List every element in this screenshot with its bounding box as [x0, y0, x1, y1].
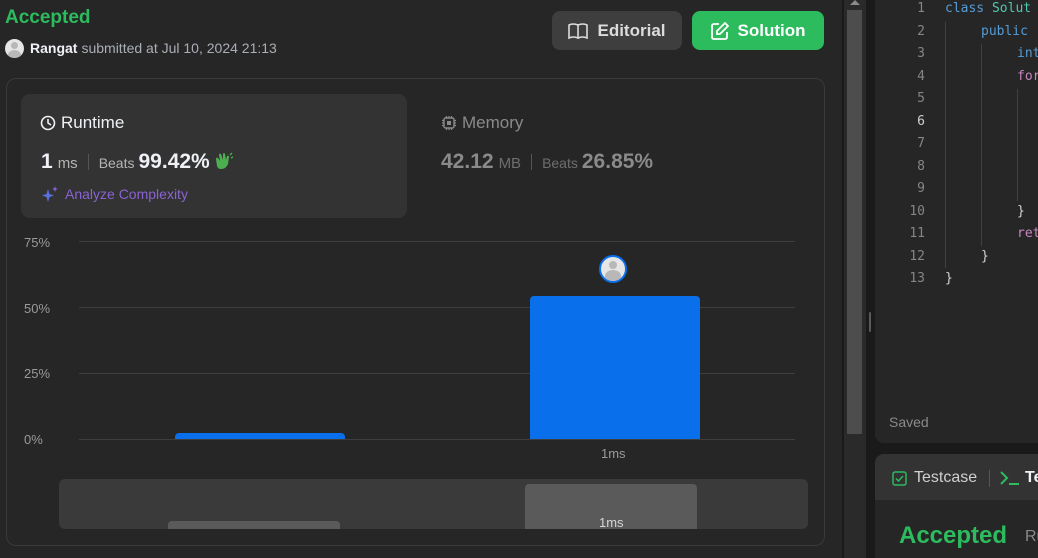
memory-value: 42.12 — [441, 150, 494, 173]
analyze-complexity-label: Analyze Complexity — [65, 186, 188, 202]
memory-title-label: Memory — [462, 113, 524, 132]
code-control: ret — [1017, 226, 1038, 241]
runtime-unit: ms — [57, 155, 78, 172]
clock-icon — [40, 115, 56, 131]
editorial-button[interactable]: Editorial — [552, 11, 682, 50]
line-number-active: 6 — [917, 114, 925, 129]
metric-separator — [531, 154, 533, 170]
grid-line — [79, 439, 795, 440]
user-position-avatar — [599, 255, 627, 283]
user-avatar[interactable] — [5, 38, 24, 58]
clapping-hands-icon — [215, 152, 234, 169]
runtime-label: Ru — [1025, 528, 1038, 545]
line-number: 8 — [917, 159, 925, 174]
scrollbar-thumb[interactable] — [847, 10, 862, 434]
sparkle-icon — [42, 186, 58, 202]
test-panel-tabs: Testcase Te — [875, 454, 1038, 500]
tab-testcase[interactable]: Testcase — [892, 469, 977, 487]
code-class-name: Solut — [991, 1, 1032, 16]
metric-separator — [87, 154, 89, 170]
y-tick-label: 50% — [24, 301, 51, 316]
code-line-2: public — [981, 24, 1028, 39]
code-line-13: } — [945, 271, 953, 286]
y-tick-label: 25% — [24, 366, 51, 381]
grid-line — [79, 241, 795, 242]
x-tick-label: 1ms — [601, 446, 626, 461]
solution-button[interactable]: Solution — [692, 11, 824, 50]
submitted-at-text: submitted at Jul 10, 2024 21:13 — [81, 40, 277, 56]
runtime-metric: 1 ms Beats 99.42% — [41, 150, 234, 174]
code-line-10: } — [1017, 204, 1025, 219]
indent-guide — [1017, 89, 1018, 201]
code-type: int — [1017, 46, 1038, 61]
runtime-title: Runtime — [40, 113, 124, 133]
code-line-4: for — [1017, 69, 1038, 84]
line-number: 12 — [909, 249, 925, 264]
line-number: 4 — [917, 69, 925, 84]
code-control: for — [1017, 69, 1038, 84]
scroll-up-arrow[interactable] — [850, 0, 860, 5]
tab-separator — [989, 470, 990, 487]
memory-title[interactable]: Memory — [441, 113, 523, 133]
memory-beats-label: Beats — [542, 155, 578, 171]
code-keyword: public — [981, 24, 1028, 39]
submission-status: Accepted — [5, 7, 91, 28]
code-line-3: int — [1017, 46, 1038, 61]
runtime-beats-percent: 99.42% — [138, 150, 210, 173]
terminal-icon — [1000, 471, 1019, 485]
line-number: 11 — [909, 226, 925, 241]
code-keyword: class — [945, 1, 985, 16]
solution-label: Solution — [737, 20, 806, 40]
code-line-11: ret — [1017, 226, 1038, 241]
line-number: 3 — [917, 46, 925, 61]
chart-overview-scrubber[interactable]: 1ms — [59, 479, 808, 529]
runtime-beats-label: Beats — [98, 155, 135, 171]
analyze-complexity-link[interactable]: Analyze Complexity — [41, 185, 188, 203]
line-number: 5 — [917, 91, 925, 106]
memory-unit: MB — [498, 155, 522, 172]
chip-icon — [442, 116, 456, 130]
submission-meta: Rangat submitted at Jul 10, 2024 21:13 — [5, 38, 277, 58]
code-line-1: class Solut — [945, 1, 1031, 16]
resize-handle[interactable] — [869, 312, 871, 332]
code-editor[interactable]: 1 2 3 4 5 6 7 8 9 10 11 12 13 class Solu… — [875, 0, 1038, 443]
line-number: 10 — [909, 204, 925, 219]
overview-label: 1ms — [599, 515, 624, 529]
y-tick-label: 75% — [24, 235, 51, 250]
book-icon — [568, 22, 589, 39]
memory-beats-percent: 26.85% — [581, 150, 654, 173]
save-status: Saved — [889, 414, 929, 430]
username-link[interactable]: Rangat — [30, 40, 77, 56]
runtime-title-label: Runtime — [61, 113, 125, 132]
chart-bar[interactable] — [175, 433, 345, 439]
code-line-12: } — [981, 249, 989, 264]
panel-resize-divider[interactable] — [866, 0, 875, 558]
test-result-status: Accepted — [899, 522, 1008, 549]
edit-icon — [710, 21, 729, 40]
y-tick-label: 0% — [24, 432, 43, 447]
tab-test-result[interactable]: Te — [1000, 469, 1038, 487]
indent-guide — [945, 22, 946, 268]
line-number: 13 — [909, 271, 925, 286]
test-panel: Testcase Te Accepted Ru — [875, 454, 1038, 558]
tab-test-result-label: Te — [1025, 469, 1038, 486]
line-number: 7 — [917, 136, 925, 151]
tab-testcase-label: Testcase — [914, 469, 978, 486]
submission-panel: Accepted Rangat submitted at Jul 10, 202… — [0, 0, 842, 558]
runtime-value: 1 — [41, 150, 53, 173]
line-number: 9 — [917, 181, 925, 196]
overview-bar — [168, 521, 340, 529]
editorial-label: Editorial — [597, 20, 666, 40]
chart-bar-selected[interactable] — [530, 296, 700, 439]
checkbox-icon — [892, 470, 907, 486]
line-number: 1 — [917, 1, 925, 16]
memory-metric: 42.12 MB Beats 26.85% — [441, 150, 653, 174]
indent-guide — [981, 44, 982, 246]
line-number: 2 — [917, 24, 925, 39]
